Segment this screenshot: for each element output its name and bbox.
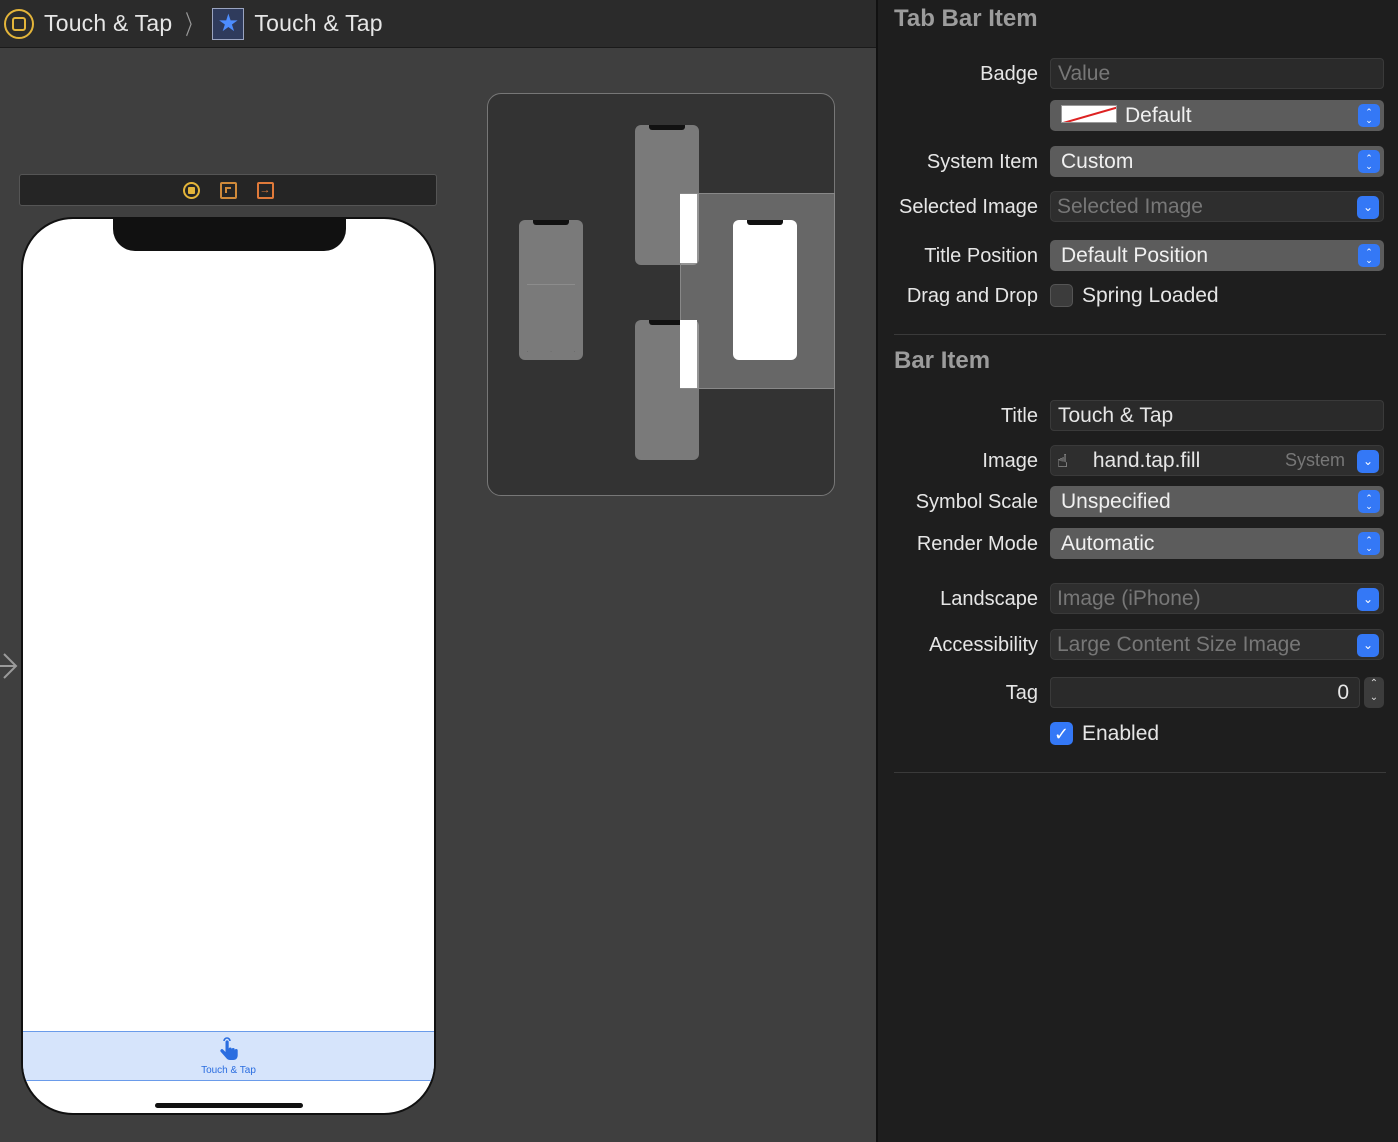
accessibility-row: Accessibility Large Content Size Image ⌄	[878, 629, 1398, 661]
popup-stepper-icon: ⌃ ⌄	[1358, 104, 1380, 127]
landscape-row: Landscape Image (iPhone) ⌄	[878, 583, 1398, 615]
image-label: Image	[982, 450, 1038, 472]
system-item-label: System Item	[926, 151, 1038, 173]
tab-bar-item[interactable]: Touch & Tap	[23, 1031, 434, 1081]
chevron-down-icon[interactable]: ⌄	[1357, 196, 1379, 219]
render-mode-label: Render Mode	[916, 533, 1038, 555]
tag-row: Tag 0 ⌃ ⌄	[878, 677, 1398, 709]
badge-color-value: Default	[1125, 104, 1192, 127]
accessibility-placeholder: Large Content Size Image	[1057, 633, 1301, 656]
chevron-down-icon[interactable]: ⌄	[1357, 634, 1379, 657]
tag-field[interactable]: 0	[1050, 677, 1360, 708]
minimap-scene-selected[interactable]	[733, 220, 797, 360]
exit-icon[interactable]: →	[256, 181, 274, 199]
selected-image-label: Selected Image	[899, 196, 1038, 218]
spring-loaded-label: Spring Loaded	[1082, 284, 1219, 307]
view-controller-icon[interactable]	[182, 181, 200, 199]
enabled-checkbox[interactable]: ✓	[1050, 722, 1073, 745]
attributes-inspector: Tab Bar Item Badge Value Default ⌃ ⌄ Syst…	[876, 0, 1398, 1142]
breadcrumb-scene[interactable]: Touch & Tap	[44, 10, 172, 37]
hand-tap-fill-icon	[216, 1036, 242, 1063]
symbol-scale-value: Unspecified	[1061, 490, 1171, 513]
first-responder-icon[interactable]	[219, 181, 237, 199]
tag-stepper-icon[interactable]: ⌃ ⌄	[1364, 677, 1384, 708]
tab-item-label: Touch & Tap	[201, 1064, 256, 1076]
symbol-scale-row: Symbol Scale Unspecified ⌃ ⌄	[878, 486, 1398, 518]
badge-label: Badge	[980, 63, 1038, 85]
chevron-down-icon[interactable]: ⌄	[1357, 588, 1379, 611]
breadcrumb-separator-icon: 〉	[185, 10, 202, 40]
accessibility-label: Accessibility	[929, 634, 1038, 656]
selected-image-row: Selected Image Selected Image ⌄	[878, 191, 1398, 223]
badge-field[interactable]: Value	[1050, 58, 1384, 89]
popup-stepper-icon: ⌃ ⌄	[1358, 532, 1380, 555]
title-row: Title Touch & Tap	[878, 400, 1398, 432]
popup-stepper-icon: ⌃ ⌄	[1358, 150, 1380, 173]
landscape-image-combo[interactable]: Image (iPhone) ⌄	[1050, 583, 1384, 614]
title-field[interactable]: Touch & Tap	[1050, 400, 1384, 431]
jump-bar: Touch & Tap 〉 ★ Touch & Tap	[0, 0, 876, 48]
title-position-label: Title Position	[924, 245, 1038, 267]
home-indicator	[155, 1103, 303, 1108]
popup-stepper-icon: ⌃ ⌄	[1358, 490, 1380, 513]
badge-row: Badge Value	[878, 58, 1398, 90]
section-divider	[894, 772, 1386, 773]
accessibility-image-combo[interactable]: Large Content Size Image ⌄	[1050, 629, 1384, 660]
title-position-value: Default Position	[1061, 244, 1209, 267]
tag-label: Tag	[1005, 682, 1038, 704]
chevron-down-icon[interactable]: ⌄	[1357, 450, 1379, 473]
enabled-row: ✓ Enabled	[878, 718, 1398, 750]
image-value: hand.tap.fill	[1092, 449, 1201, 472]
popup-stepper-icon: ⌃ ⌄	[1358, 244, 1380, 267]
badge-color-row: Default ⌃ ⌄	[878, 100, 1398, 132]
section-title-tab-bar-item: Tab Bar Item	[894, 5, 1038, 32]
render-mode-value: Automatic	[1061, 532, 1155, 555]
image-row: Image ☝ hand.tap.fill System ⌄	[878, 445, 1398, 477]
render-mode-popup[interactable]: Automatic ⌃ ⌄	[1050, 528, 1384, 559]
color-swatch-icon	[1061, 105, 1117, 124]
system-item-row: System Item Custom ⌃ ⌄	[878, 146, 1398, 178]
landscape-label: Landscape	[940, 588, 1038, 610]
entry-point-arrow-icon[interactable]	[0, 650, 20, 682]
system-item-value: Custom	[1061, 150, 1134, 173]
image-source-label: System	[1284, 450, 1345, 470]
minimap[interactable]: · · ·	[487, 93, 835, 496]
scene-dock[interactable]: →	[19, 174, 437, 206]
minimap-scene[interactable]: · · ·	[519, 220, 583, 360]
view-controller-icon[interactable]	[4, 8, 34, 39]
enabled-label: Enabled	[1082, 722, 1160, 745]
phone-notch	[113, 219, 346, 251]
drag-drop-label: Drag and Drop	[906, 285, 1038, 307]
breadcrumb-tab-item[interactable]: Touch & Tap	[254, 10, 382, 37]
iphone-scene[interactable]: Touch & Tap	[21, 217, 436, 1115]
title-label: Title	[1000, 405, 1038, 427]
spring-loaded-checkbox[interactable]	[1050, 284, 1073, 307]
symbol-scale-popup[interactable]: Unspecified ⌃ ⌄	[1050, 486, 1384, 517]
title-position-row: Title Position Default Position ⌃ ⌄	[878, 240, 1398, 272]
render-mode-row: Render Mode Automatic ⌃ ⌄	[878, 528, 1398, 560]
star-tab-item-icon[interactable]: ★	[212, 7, 245, 40]
selected-image-placeholder: Selected Image	[1057, 195, 1203, 218]
landscape-placeholder: Image (iPhone)	[1057, 587, 1201, 610]
section-divider	[894, 334, 1386, 335]
selected-image-combo[interactable]: Selected Image ⌄	[1050, 191, 1384, 222]
badge-color-popup[interactable]: Default ⌃ ⌄	[1050, 100, 1384, 131]
image-combo[interactable]: ☝ hand.tap.fill System ⌄	[1050, 445, 1384, 476]
drag-drop-row: Drag and Drop Spring Loaded	[878, 280, 1398, 312]
hand-tap-fill-icon: ☝	[1057, 450, 1068, 471]
system-item-popup[interactable]: Custom ⌃ ⌄	[1050, 146, 1384, 177]
storyboard-canvas[interactable]: Touch & Tap 〉 ★ Touch & Tap → Touch & Ta…	[0, 0, 876, 1142]
symbol-scale-label: Symbol Scale	[915, 491, 1038, 513]
section-title-bar-item: Bar Item	[894, 347, 991, 374]
title-position-popup[interactable]: Default Position ⌃ ⌄	[1050, 240, 1384, 271]
